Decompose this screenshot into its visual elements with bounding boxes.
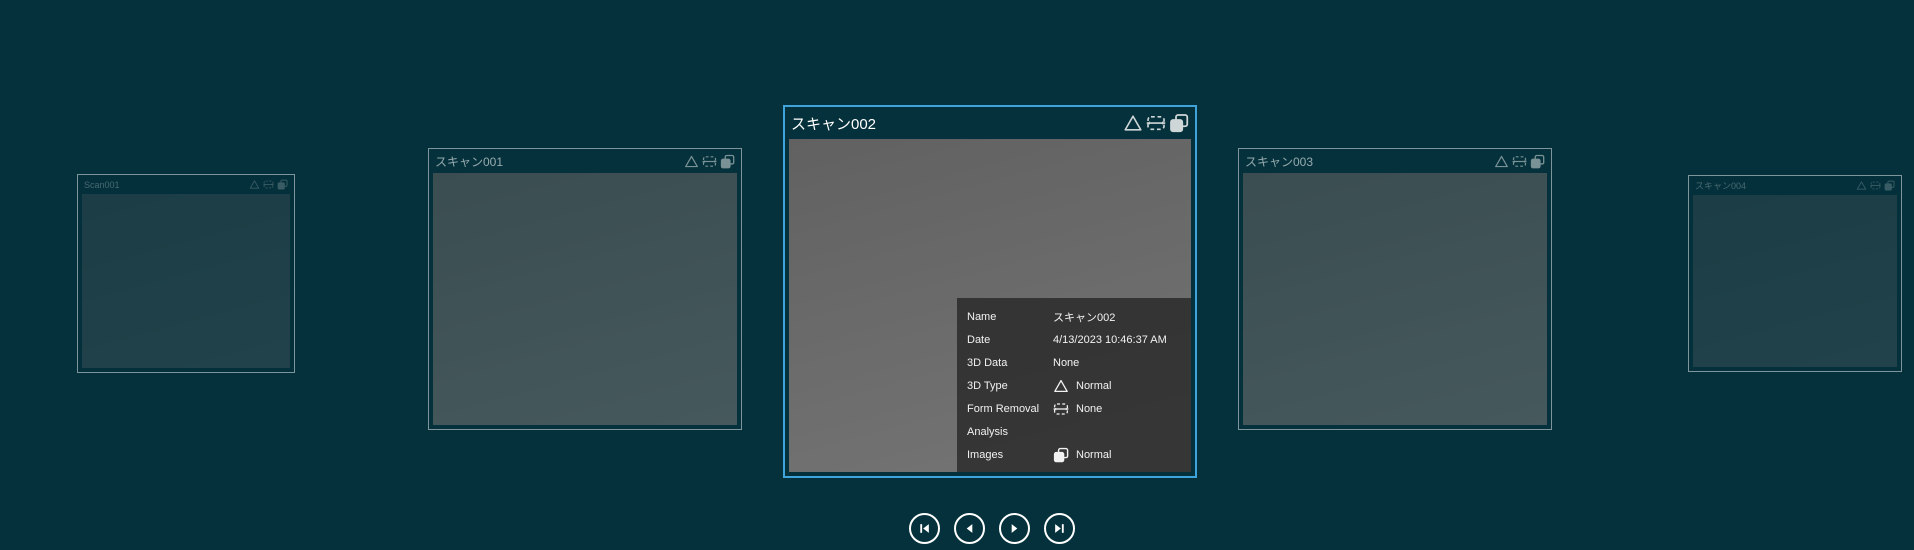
- images-icon: [720, 154, 735, 168]
- scan-card-title: スキャン003: [1245, 154, 1314, 169]
- scan-card-title: スキャン001: [435, 154, 504, 169]
- 3d-type-icon: [1495, 155, 1508, 167]
- scan-card-header: スキャン001: [429, 149, 741, 173]
- images-icon: [1884, 180, 1895, 191]
- next-button[interactable]: [999, 513, 1030, 544]
- scan-card-header: Scan001: [78, 175, 294, 194]
- scan-thumbnail: [82, 194, 290, 368]
- last-button[interactable]: [1044, 513, 1075, 544]
- scan-card-selected[interactable]: スキャン002 Name スキャン002 Date 4/13/2023 10:4…: [783, 105, 1197, 478]
- images-icon: [1053, 447, 1069, 462]
- form-removal-icon: [1870, 181, 1881, 190]
- form-removal-icon: [263, 180, 274, 189]
- 3d-type-icon: [1124, 115, 1142, 131]
- form-removal-icon: [702, 155, 717, 167]
- scan-carousel-screen: Scan001 スキャン001 スキャン002 Name スキャン002 Dat…: [0, 0, 1914, 550]
- scan-card-title: スキャン002: [791, 115, 877, 133]
- info-row: 3D Type Normal: [967, 379, 1112, 392]
- carousel-navigation: [909, 513, 1075, 544]
- images-icon: [1530, 154, 1545, 168]
- 3d-type-icon: [685, 155, 698, 167]
- skip-to-first-icon: [920, 524, 929, 533]
- scan-card-header: スキャン004: [1689, 176, 1901, 195]
- images-icon: [1170, 114, 1189, 133]
- info-row: Images Normal: [967, 447, 1112, 462]
- form-removal-icon: [1146, 115, 1166, 131]
- scan-thumbnail: [1243, 173, 1547, 425]
- scan-card-title: Scan001: [84, 179, 120, 190]
- scan-card[interactable]: スキャン004: [1688, 175, 1902, 372]
- scan-thumbnail: Name スキャン002 Date 4/13/2023 10:46:37 AM …: [789, 139, 1191, 472]
- 3d-type-icon: [249, 180, 260, 189]
- first-button[interactable]: [909, 513, 940, 544]
- triangle-icon: [1054, 379, 1068, 392]
- info-row: Date 4/13/2023 10:46:37 AM: [967, 333, 1167, 346]
- 3d-type-icon: [1856, 181, 1867, 190]
- scan-card[interactable]: スキャン001: [428, 148, 742, 430]
- scan-card[interactable]: Scan001: [77, 174, 295, 373]
- scan-card[interactable]: スキャン003: [1238, 148, 1552, 430]
- info-row: Name スキャン002: [967, 310, 1116, 324]
- previous-button[interactable]: [954, 513, 985, 544]
- scan-card-header: スキャン002: [785, 107, 1195, 139]
- scan-card-header: スキャン003: [1239, 149, 1551, 173]
- next-icon: [1011, 524, 1018, 533]
- skip-to-last-icon: [1055, 524, 1064, 533]
- scan-card-title: スキャン004: [1695, 181, 1747, 191]
- scan-thumbnail: [433, 173, 737, 425]
- scan-info-tooltip: Name スキャン002 Date 4/13/2023 10:46:37 AM …: [957, 298, 1191, 472]
- info-row: Form Removal None: [967, 402, 1103, 415]
- previous-icon: [966, 524, 973, 533]
- images-icon: [277, 179, 288, 190]
- info-row: 3D Data None: [967, 356, 1080, 369]
- form-removal-icon: [1053, 402, 1069, 415]
- form-removal-icon: [1512, 155, 1527, 167]
- scan-thumbnail: [1693, 195, 1897, 367]
- info-row: Analysis: [967, 425, 1008, 438]
